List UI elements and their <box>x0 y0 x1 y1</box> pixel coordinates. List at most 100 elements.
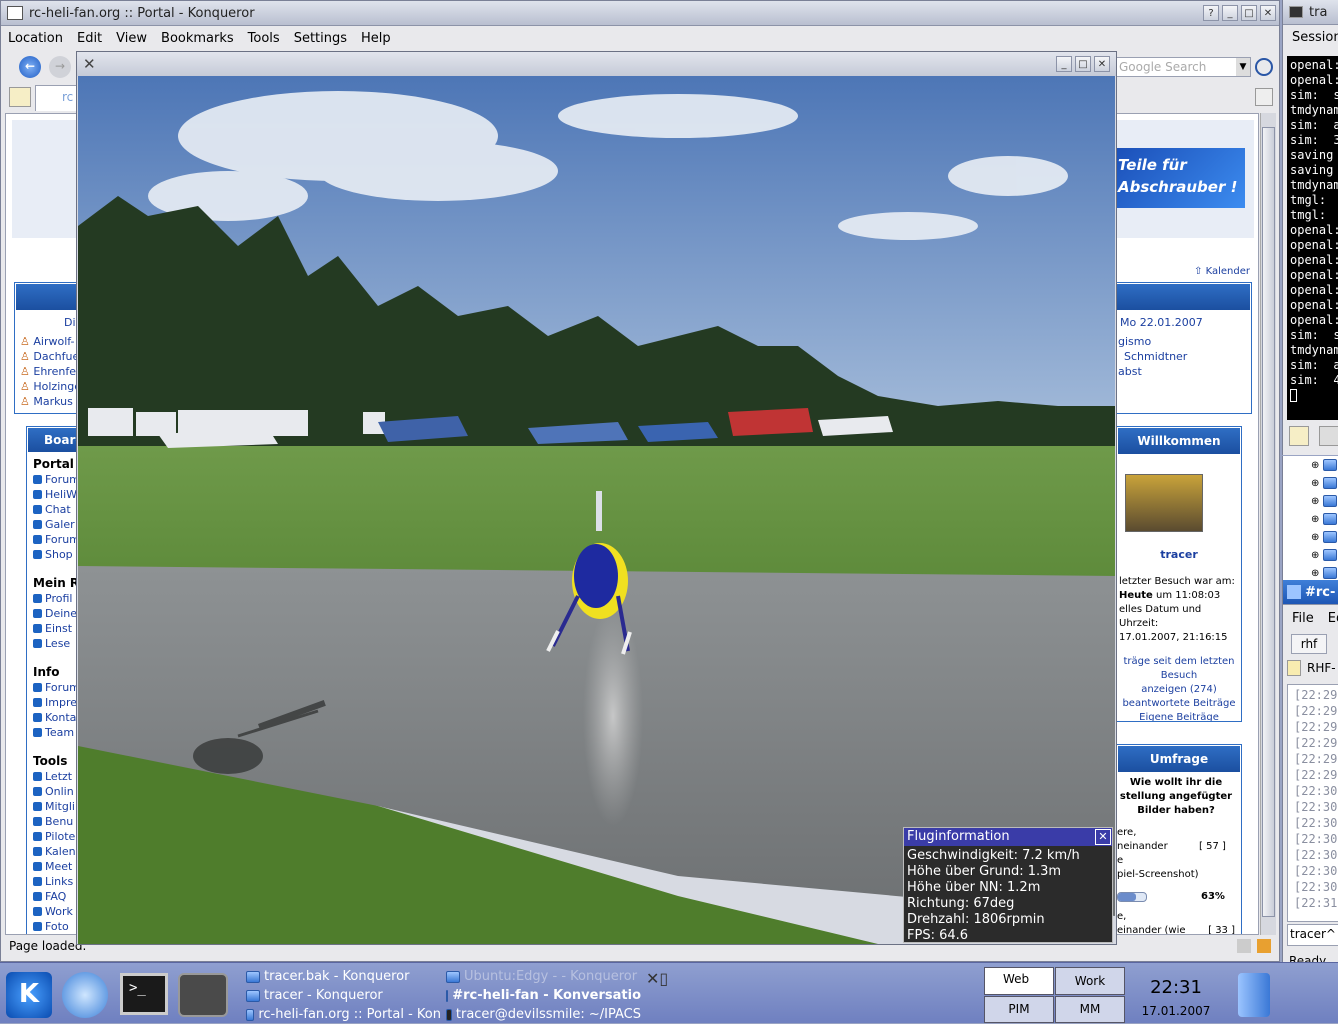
expand-icon[interactable]: ⊕ <box>1311 568 1319 579</box>
expand-icon[interactable]: ⊕ <box>1311 532 1319 543</box>
back-icon[interactable]: ← <box>19 56 41 78</box>
terminal-newtab-icon[interactable] <box>1319 426 1338 446</box>
expand-icon[interactable]: ⊕ <box>1311 460 1319 471</box>
tree-item[interactable]: ⊕ <box>1283 510 1338 528</box>
new-tab-icon[interactable] <box>9 87 31 107</box>
new-posts-link[interactable]: träge seit dem letzten <box>1117 655 1241 669</box>
desktop-mm[interactable]: MM <box>1055 996 1125 1023</box>
header-banner[interactable]: Teile für Abschrauber ! <box>1114 148 1245 208</box>
user-link[interactable]: abst <box>1118 364 1248 379</box>
task-item[interactable]: rc-heli-fan.org :: Portal - Kon <box>246 1005 441 1024</box>
unanswered-posts-link[interactable]: beantwortete Beiträge <box>1117 697 1241 711</box>
menu-view[interactable]: View <box>109 31 154 46</box>
chat-menu-edit[interactable]: Ed <box>1321 611 1338 626</box>
chat-title: #rc- <box>1305 584 1336 600</box>
new-posts-link-2[interactable]: Besuch <box>1117 669 1241 683</box>
terminal-line: saving <box>1290 163 1334 177</box>
minimize-button[interactable]: _ <box>1222 5 1238 21</box>
chat-tab[interactable]: rhf <box>1291 634 1327 654</box>
kalender-link[interactable]: ⇧ Kalender <box>1194 266 1250 277</box>
browser-launcher-icon[interactable] <box>62 972 108 1018</box>
close-button[interactable]: ✕ <box>1260 5 1276 21</box>
arrow-icon <box>33 787 42 796</box>
trash-icon[interactable] <box>1238 973 1270 1017</box>
board-nav-label: Chat <box>45 503 71 516</box>
terminal-menu-session[interactable]: Session <box>1285 30 1338 45</box>
menu-settings[interactable]: Settings <box>287 31 354 46</box>
help-icon[interactable]: ? <box>1203 5 1219 21</box>
folder-icon <box>1323 531 1338 543</box>
terminal-toolbar-icon[interactable] <box>1289 426 1309 446</box>
clock[interactable]: 22:31 17.01.2007 <box>1130 965 1222 1023</box>
desktop-work[interactable]: Work <box>1055 967 1125 995</box>
close-tab-icon[interactable] <box>1255 88 1273 106</box>
expand-icon[interactable]: ⊕ <box>1311 496 1319 507</box>
desktop-web[interactable]: Web <box>984 967 1054 995</box>
x11-task-icon[interactable]: ✕▯ <box>646 969 668 988</box>
tree-item[interactable]: ⊕ <box>1283 474 1338 492</box>
tree-item[interactable]: ⊕ <box>1283 492 1338 510</box>
desktop-pim[interactable]: PIM <box>984 996 1054 1023</box>
expand-icon[interactable]: ⊕ <box>1311 514 1319 525</box>
terminal-titlebar[interactable]: tra <box>1283 0 1338 25</box>
terminal-launcher-icon[interactable]: >_ <box>120 973 168 1015</box>
chat-input[interactable]: tracer^ <box>1287 924 1338 946</box>
arrow-icon <box>33 505 42 514</box>
search-input[interactable]: Google Search <box>1119 60 1206 74</box>
menu-edit[interactable]: Edit <box>70 31 109 46</box>
chat-titlebar[interactable]: #rc- <box>1283 580 1338 605</box>
scroll-thumb[interactable] <box>1262 127 1275 917</box>
terminal-line: openal: <box>1290 298 1338 312</box>
user-link[interactable]: Schmidtner <box>1118 349 1248 364</box>
flight-info-close-icon[interactable]: ✕ <box>1095 829 1111 845</box>
arrow-icon <box>33 624 42 633</box>
menu-help[interactable]: Help <box>354 31 398 46</box>
user-link[interactable]: ♙ Dachfue <box>20 349 80 364</box>
menu-tools[interactable]: Tools <box>241 31 287 46</box>
task-item[interactable]: tracer@devilssmile: ~/IPACS <box>446 1005 641 1024</box>
own-posts-link[interactable]: Eigene Beiträge <box>1117 711 1241 721</box>
expand-icon[interactable]: ⊕ <box>1311 478 1319 489</box>
user-link[interactable]: ♙ Airwolf- <box>20 334 80 349</box>
konqueror-gear-icon[interactable] <box>1255 58 1273 76</box>
flight-info-title: Fluginformation <box>907 829 1010 844</box>
forward-icon[interactable]: → <box>49 56 71 78</box>
task-item[interactable]: tracer - Konqueror <box>246 986 441 1005</box>
konqueror-titlebar[interactable]: rc-heli-fan.org :: Portal - Konqueror ? … <box>1 1 1279 26</box>
user-link[interactable]: ♙ Ehrenfe <box>20 364 80 379</box>
rc-transmitter-icon[interactable] <box>178 973 228 1017</box>
terminal-output[interactable]: openal: openal: sim: s tmdynam sim: a sim: 3s… <box>1287 56 1338 420</box>
folder-icon <box>1323 549 1338 561</box>
sim-minimize-button[interactable]: _ <box>1056 56 1072 72</box>
search-box[interactable]: Google Search <box>1116 57 1251 77</box>
sim-titlebar[interactable]: ✕ _ □ ✕ <box>77 52 1116 76</box>
kde-panel: K >_ tracer.bak - Konqueror tracer - Kon… <box>0 962 1338 1023</box>
task-item[interactable]: tracer.bak - Konqueror <box>246 967 441 986</box>
expand-icon[interactable]: ⊕ <box>1311 550 1319 561</box>
sim-viewport[interactable] <box>78 76 1115 944</box>
chat-log[interactable]: [22:29: [22:29: [22:29: [22:29: [22:29: [22:2… <box>1287 684 1338 922</box>
user-link[interactable]: gismo <box>1118 334 1248 349</box>
tree-item[interactable]: ⊕ <box>1283 456 1338 474</box>
menu-location[interactable]: Location <box>1 31 70 46</box>
tree-item[interactable]: ⊕ <box>1283 546 1338 564</box>
chat-menu-file[interactable]: File <box>1285 611 1321 626</box>
new-posts-link-3[interactable]: anzeigen (274) <box>1117 683 1241 697</box>
welcome-username[interactable]: tracer <box>1117 548 1241 561</box>
kde-menu-icon[interactable]: K <box>6 972 52 1018</box>
avatar[interactable] <box>1125 474 1203 532</box>
flight-info-line: Richtung: 67deg <box>907 896 1015 911</box>
maximize-button[interactable]: □ <box>1241 5 1257 21</box>
sim-maximize-button[interactable]: □ <box>1075 56 1091 72</box>
flight-info-titlebar[interactable]: Fluginformation ✕ <box>904 828 1112 846</box>
sim-close-button[interactable]: ✕ <box>1094 56 1110 72</box>
user-link[interactable]: ♙ Holzinge <box>20 379 80 394</box>
tab-portal[interactable]: rc <box>35 85 79 111</box>
task-item[interactable]: Ubuntu:Edgy - - Konqueror <box>446 967 641 986</box>
menu-bookmarks[interactable]: Bookmarks <box>154 31 241 46</box>
tree-item[interactable]: ⊕ <box>1283 528 1338 546</box>
page-scrollbar[interactable] <box>1260 113 1276 935</box>
search-dropdown-icon[interactable]: ▼ <box>1236 58 1250 76</box>
user-link[interactable]: ♙ Markus <box>20 394 80 409</box>
task-item-active[interactable]: #rc-heli-fan - Konversatio <box>446 986 641 1005</box>
